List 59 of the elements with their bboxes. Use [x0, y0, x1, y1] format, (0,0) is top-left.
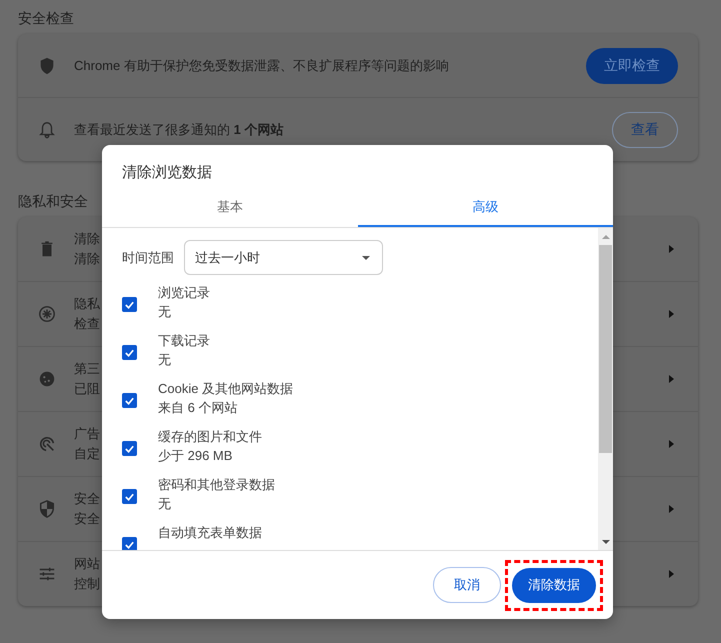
row-text: 查看最近发送了很多通知的 1 个网站 — [74, 120, 284, 138]
scrollbar[interactable] — [598, 228, 613, 550]
sliders-icon — [38, 565, 56, 583]
scroll-down-icon[interactable] — [602, 540, 610, 544]
shield-icon — [38, 56, 56, 74]
item-detail: 少于 296 MB — [158, 448, 232, 463]
checkbox[interactable] — [122, 537, 137, 550]
item-detail: 无 — [158, 496, 171, 511]
item-label: 密码和其他登录数据 — [158, 477, 275, 492]
checkbox[interactable] — [122, 393, 137, 408]
dropdown-caret-icon — [362, 256, 370, 260]
row-subtitle: 清除 — [74, 250, 100, 268]
arrow-icon[interactable] — [669, 245, 674, 253]
row-subtitle: 安全 — [74, 510, 100, 528]
checkbox[interactable] — [122, 489, 137, 504]
row-subtitle: 控制 — [74, 575, 100, 593]
checkbox[interactable] — [122, 345, 137, 360]
time-range-label: 时间范围 — [122, 248, 174, 266]
row-subtitle: 检查 — [74, 315, 100, 333]
arrow-icon[interactable] — [669, 505, 674, 513]
clear-data-button[interactable]: 清除数据 — [512, 568, 596, 602]
tab[interactable]: 基本 — [102, 195, 358, 227]
arrow-icon[interactable] — [669, 440, 674, 448]
arrow-icon[interactable] — [669, 310, 674, 318]
item-label: 浏览记录 — [158, 285, 210, 300]
checkbox[interactable] — [122, 297, 137, 312]
half-shield-icon — [38, 500, 56, 518]
row-title: 安全 — [74, 490, 100, 508]
item-label: Cookie 及其他网站数据 — [158, 381, 294, 396]
row-title: 隐私 — [74, 295, 100, 313]
checkbox[interactable] — [122, 441, 137, 456]
item-detail: 无 — [158, 352, 171, 367]
row-title: 第三 — [74, 360, 100, 378]
row-subtitle: 已阻 — [74, 380, 100, 398]
arrow-icon[interactable] — [669, 375, 674, 383]
row-title: 广告 — [74, 425, 100, 443]
cancel-button[interactable]: 取消 — [433, 567, 501, 603]
time-range-dropdown[interactable]: 过去一小时 — [184, 240, 383, 275]
bell-icon — [38, 120, 56, 138]
cookie-icon — [38, 370, 56, 388]
row-text: Chrome 有助于保护您免受数据泄露、不良扩展程序等问题的影响 — [74, 56, 450, 74]
row-title: 网站 — [74, 555, 100, 573]
item-detail: 无 — [158, 304, 171, 319]
item-label: 下载记录 — [158, 333, 210, 348]
item-label: 缓存的图片和文件 — [158, 429, 262, 444]
target-icon — [38, 435, 56, 453]
check-now-button[interactable]: 立即检查 — [586, 48, 678, 84]
scrollbar-thumb[interactable] — [599, 245, 612, 453]
row-title: 清除 — [74, 230, 100, 248]
compass-icon — [38, 305, 56, 323]
scroll-up-icon[interactable] — [602, 235, 610, 239]
tab[interactable]: 高级 — [358, 195, 613, 227]
item-label: 自动填充表单数据 — [158, 525, 262, 540]
dialog-title: 清除浏览数据 — [121, 163, 213, 183]
section-heading: 隐私和安全 — [18, 192, 88, 211]
item-detail: 来自 6 个网站 — [158, 400, 238, 415]
section-heading: 安全检查 — [18, 9, 74, 28]
arrow-icon[interactable] — [669, 570, 674, 578]
row-subtitle: 自定 — [74, 445, 100, 463]
